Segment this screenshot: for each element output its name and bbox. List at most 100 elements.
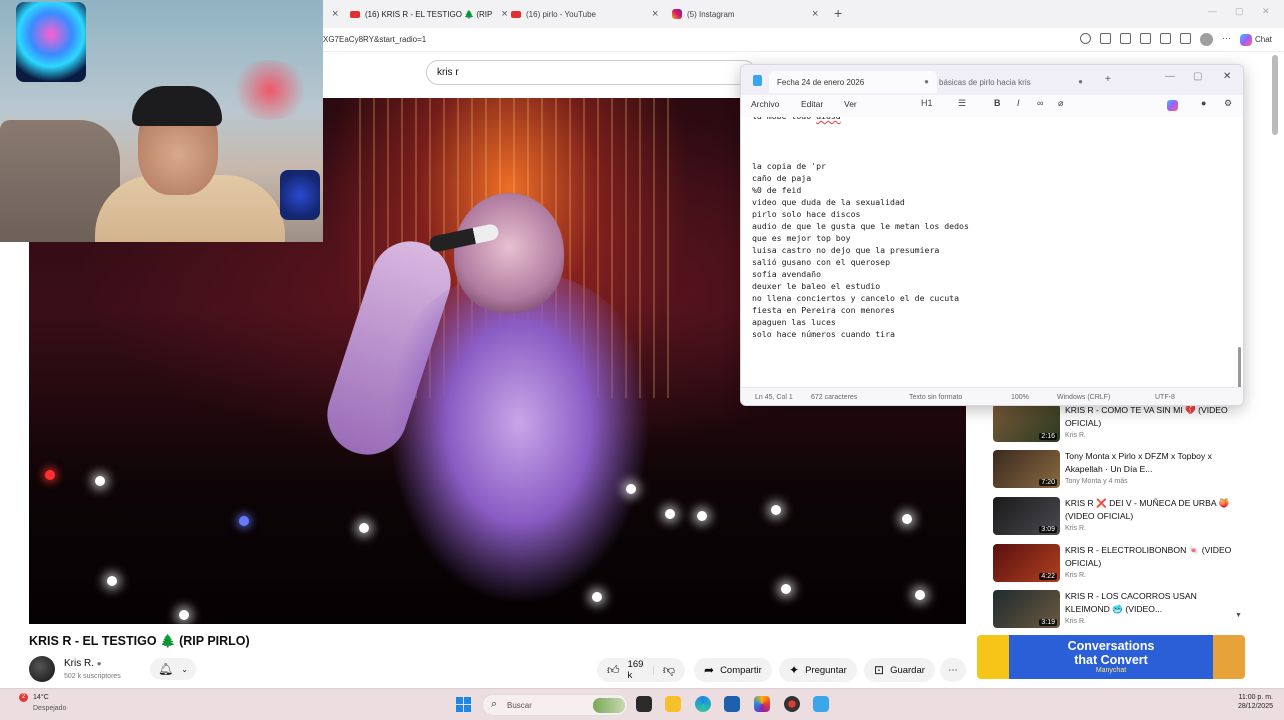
tab-kris-r-video[interactable]: (16) KRIS R - EL TESTIGO 🌲 (RIP × bbox=[350, 4, 508, 24]
system-clock[interactable]: 11:00 p. m. 28/12/2025 bbox=[1215, 694, 1273, 712]
clock-date: 28/12/2025 bbox=[1237, 703, 1273, 710]
notepad-tab-basicas[interactable]: básicas de pirlo hacia kris ● bbox=[931, 71, 1091, 93]
notepad-statusbar: Ln 45, Col 1 672 caracteres Texto sin fo… bbox=[741, 387, 1243, 405]
video-thumbnail[interactable]: 4:22 bbox=[993, 544, 1060, 582]
close-window-icon[interactable]: ✕ bbox=[1223, 71, 1231, 82]
sidebar-ad-banner[interactable]: Conversations that Convert Manychat bbox=[977, 635, 1245, 679]
extensions-icon[interactable] bbox=[1140, 33, 1151, 44]
new-tab-icon[interactable]: + bbox=[834, 5, 842, 21]
ask-button[interactable]: ✦ Preguntar bbox=[779, 658, 857, 682]
close-icon[interactable]: × bbox=[501, 8, 507, 20]
collections-icon[interactable] bbox=[1180, 33, 1191, 44]
note-line: que es mejor top boy bbox=[752, 233, 851, 243]
like-count[interactable]: 169 k bbox=[628, 659, 645, 681]
instagram-icon bbox=[672, 9, 682, 19]
url-field[interactable]: XG7EaCy8RY&start_radio=1 bbox=[323, 35, 426, 44]
chevron-down-icon: ⌄ bbox=[181, 664, 188, 674]
unsaved-dot-icon[interactable]: ● bbox=[924, 77, 929, 86]
clear-format-icon[interactable]: ⌀ bbox=[1058, 98, 1063, 109]
link-icon[interactable]: ∞ bbox=[1037, 98, 1043, 108]
heading-button[interactable]: H1 bbox=[921, 98, 933, 108]
menu-editar[interactable]: Editar bbox=[801, 99, 823, 109]
webcam-overlay bbox=[0, 0, 323, 242]
close-icon[interactable]: × bbox=[332, 4, 338, 24]
copilot-taskbar-icon[interactable] bbox=[754, 696, 770, 712]
tab-pirlo-youtube[interactable]: (16) pirlo - YouTube bbox=[511, 4, 596, 24]
page-scrollbar[interactable] bbox=[1272, 55, 1278, 135]
translate-icon[interactable] bbox=[1080, 33, 1091, 44]
settings-gear-icon[interactable]: ⚙ bbox=[1224, 98, 1232, 109]
new-tab-icon[interactable]: + bbox=[1105, 74, 1111, 85]
copilot-icon[interactable] bbox=[1167, 100, 1178, 111]
more-actions-button[interactable]: ⋯ bbox=[940, 658, 966, 682]
close-icon[interactable]: × bbox=[652, 4, 658, 24]
recommendation-title[interactable]: KRIS R - LOS CACORROS USAN KLEIMOND 🥶 (V… bbox=[1065, 590, 1241, 616]
unsaved-dot-icon[interactable]: ● bbox=[1078, 77, 1083, 86]
channel-name[interactable]: Kris R. ● bbox=[64, 658, 102, 669]
note-line: sofía avendaño bbox=[752, 269, 822, 279]
recommendation-title[interactable]: KRIS R - COMO TE VA SIN MI 💔 (VIDEO OFIC… bbox=[1065, 404, 1241, 430]
recommendation-title[interactable]: Tony Monta x Pirlo x DFZM x Topboy x Aka… bbox=[1065, 450, 1241, 476]
store-icon[interactable] bbox=[724, 696, 740, 712]
line-ending: Windows (CRLF) bbox=[1057, 394, 1111, 401]
close-icon[interactable]: × bbox=[812, 4, 818, 24]
reader-icon[interactable] bbox=[1100, 33, 1111, 44]
minimize-icon[interactable]: — bbox=[1165, 71, 1175, 82]
share-button[interactable]: ➦ Compartir bbox=[694, 658, 772, 682]
dislike-icon[interactable]: 👎︎ bbox=[663, 663, 675, 678]
more-icon[interactable]: ⋯ bbox=[1222, 33, 1231, 46]
copilot-chat-button[interactable]: Chat bbox=[1240, 33, 1272, 46]
italic-icon[interactable]: I bbox=[1017, 98, 1020, 108]
tab-instagram[interactable]: (5) Instagram bbox=[672, 4, 735, 24]
video-thumbnail[interactable]: 7:20 bbox=[993, 450, 1060, 488]
edge-icon[interactable] bbox=[695, 696, 711, 712]
weather-temperature[interactable]: 14°C bbox=[33, 694, 49, 701]
maximize-icon[interactable]: ▢ bbox=[1193, 71, 1202, 82]
account-icon[interactable]: ● bbox=[1201, 98, 1206, 108]
browser-app-icon[interactable] bbox=[784, 696, 800, 712]
list-icon[interactable]: ☰ bbox=[958, 98, 966, 109]
profile-avatar[interactable] bbox=[1200, 33, 1213, 46]
scroll-down-icon[interactable]: ▼ bbox=[1235, 612, 1242, 619]
taskbar-search[interactable]: ⌕ Buscar bbox=[482, 694, 628, 716]
youtube-search-input[interactable]: kris r bbox=[426, 60, 756, 85]
recommendation-item[interactable]: 2:16 KRIS R - COMO TE VA SIN MI 💔 (VIDEO … bbox=[993, 404, 1243, 444]
recommendation-item[interactable]: 3:09 KRIS R ❌ DEI V - MUÑECA DE URBA 🍑 (V… bbox=[993, 497, 1243, 537]
recommendation-item[interactable]: 3:19 KRIS R - LOS CACORROS USAN KLEIMOND … bbox=[993, 590, 1243, 630]
notepad-scrollbar[interactable] bbox=[1238, 347, 1241, 387]
recommendation-title[interactable]: KRIS R - ELECTROLIBONBON 🍬 (VIDEO OFICIA… bbox=[1065, 544, 1241, 570]
windows-start-icon[interactable] bbox=[456, 697, 471, 712]
favorite-star-icon[interactable] bbox=[1120, 33, 1131, 44]
recommendation-item[interactable]: 7:20 Tony Monta x Pirlo x DFZM x Topboy x… bbox=[993, 450, 1243, 490]
video-thumbnail[interactable]: 3:19 bbox=[993, 590, 1060, 628]
tab-label: (5) Instagram bbox=[687, 9, 735, 19]
notification-badge: 2 bbox=[19, 693, 28, 702]
share-icon: ➦ bbox=[704, 663, 715, 677]
maximize-icon[interactable]: ▢ bbox=[1235, 6, 1244, 17]
task-view-icon[interactable] bbox=[636, 696, 652, 712]
notepad-tab-fecha[interactable]: Fecha 24 de enero 2026 ● bbox=[769, 71, 937, 93]
bold-icon[interactable]: B bbox=[994, 98, 1001, 108]
tab-label: (16) KRIS R - EL TESTIGO 🌲 (RIP bbox=[365, 9, 493, 19]
notepad-text-area[interactable]: la mobe todo diosa la copia de 'pr caño d… bbox=[741, 117, 1243, 387]
video-duration: 4:22 bbox=[1039, 573, 1057, 580]
recommendation-item[interactable]: 4:22 KRIS R - ELECTROLIBONBON 🍬 (VIDEO OF… bbox=[993, 544, 1243, 584]
weather-description[interactable]: Despejado bbox=[33, 705, 66, 712]
menu-ver[interactable]: Ver bbox=[844, 99, 857, 109]
menu-archivo[interactable]: Archivo bbox=[751, 99, 779, 109]
note-line: audio de que le gusta que le metan los d… bbox=[752, 221, 969, 231]
close-window-icon[interactable]: ✕ bbox=[1262, 6, 1270, 17]
notifications-button[interactable]: 🔔︎ ⌄ bbox=[150, 658, 196, 680]
notepad-taskbar-icon[interactable] bbox=[813, 696, 829, 712]
save-button[interactable]: ⊡ Guardar bbox=[864, 658, 935, 682]
favorites-icon[interactable] bbox=[1160, 33, 1171, 44]
channel-avatar[interactable] bbox=[29, 656, 55, 682]
like-icon[interactable]: 👍︎ bbox=[607, 663, 620, 678]
minimize-icon[interactable]: — bbox=[1208, 6, 1217, 16]
video-thumbnail[interactable]: 3:09 bbox=[993, 497, 1060, 535]
recommendation-channel: Kris R. bbox=[1065, 572, 1086, 579]
video-thumbnail[interactable]: 2:16 bbox=[993, 404, 1060, 442]
recommendation-channel: Kris R. bbox=[1065, 432, 1086, 439]
recommendation-title[interactable]: KRIS R ❌ DEI V - MUÑECA DE URBA 🍑 (VIDEO… bbox=[1065, 497, 1241, 523]
file-explorer-icon[interactable] bbox=[665, 696, 681, 712]
